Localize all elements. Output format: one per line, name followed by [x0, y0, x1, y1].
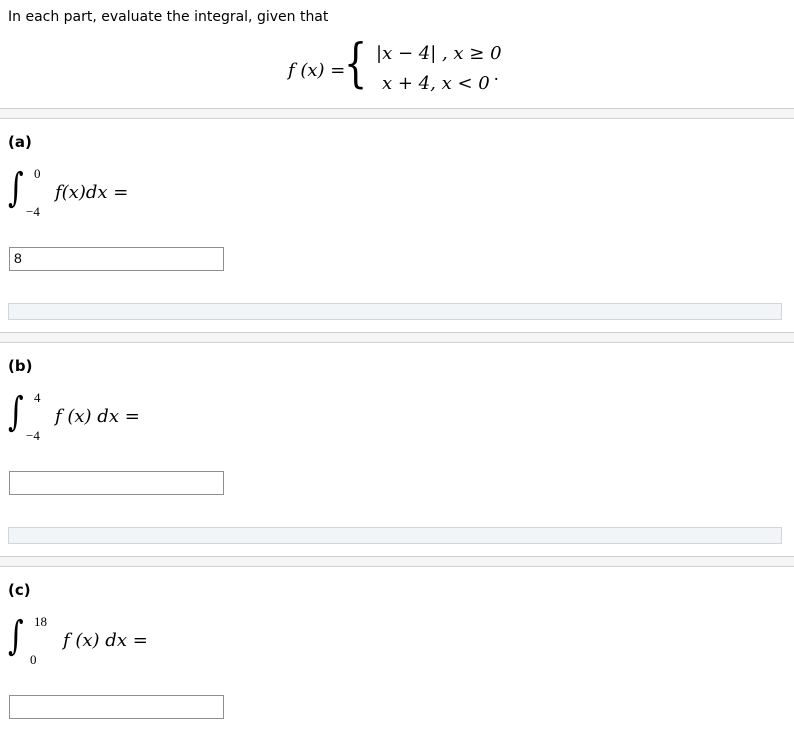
upper-limit: 18	[34, 614, 47, 629]
lower-limit: −4	[26, 428, 40, 443]
part-a-feedback	[8, 303, 782, 320]
integrand: f (x) dx =	[55, 406, 140, 427]
integral-sign: ∫	[8, 165, 24, 211]
section-divider	[0, 108, 794, 119]
upper-limit: 4	[34, 390, 41, 405]
part-a-answer-field[interactable]: 8	[9, 247, 224, 271]
part-a-label: (a)	[8, 133, 32, 151]
part-b-feedback	[8, 527, 782, 544]
problem-intro: In each part, evaluate the integral, giv…	[8, 9, 329, 25]
function-case-2: x + 4, x < 0	[382, 73, 490, 94]
part-c-answer-field[interactable]	[9, 695, 224, 719]
brace-symbol: {	[344, 34, 368, 94]
part-b-answer-field[interactable]	[9, 471, 224, 495]
part-a-integral: ∫ 0 −4 f(x)dx =	[8, 165, 208, 228]
section-divider	[0, 556, 794, 567]
upper-limit: 0	[34, 166, 41, 181]
section-divider	[0, 332, 794, 343]
integrand: f(x)dx =	[55, 182, 129, 203]
integral-sign: ∫	[8, 389, 24, 435]
lower-limit: −4	[26, 204, 40, 219]
part-b-label: (b)	[8, 357, 33, 375]
lower-limit: 0	[30, 652, 37, 667]
part-c-integral: ∫ 18 0 f (x) dx =	[8, 613, 208, 676]
function-lhs: f (x) =	[288, 60, 346, 81]
function-period: .	[494, 64, 499, 84]
integral-sign: ∫	[8, 613, 24, 659]
function-case-1: |x − 4| , x ≥ 0	[376, 43, 502, 64]
integrand: f (x) dx =	[63, 630, 148, 651]
part-b-integral: ∫ 4 −4 f (x) dx =	[8, 389, 208, 452]
part-c-label: (c)	[8, 581, 31, 599]
